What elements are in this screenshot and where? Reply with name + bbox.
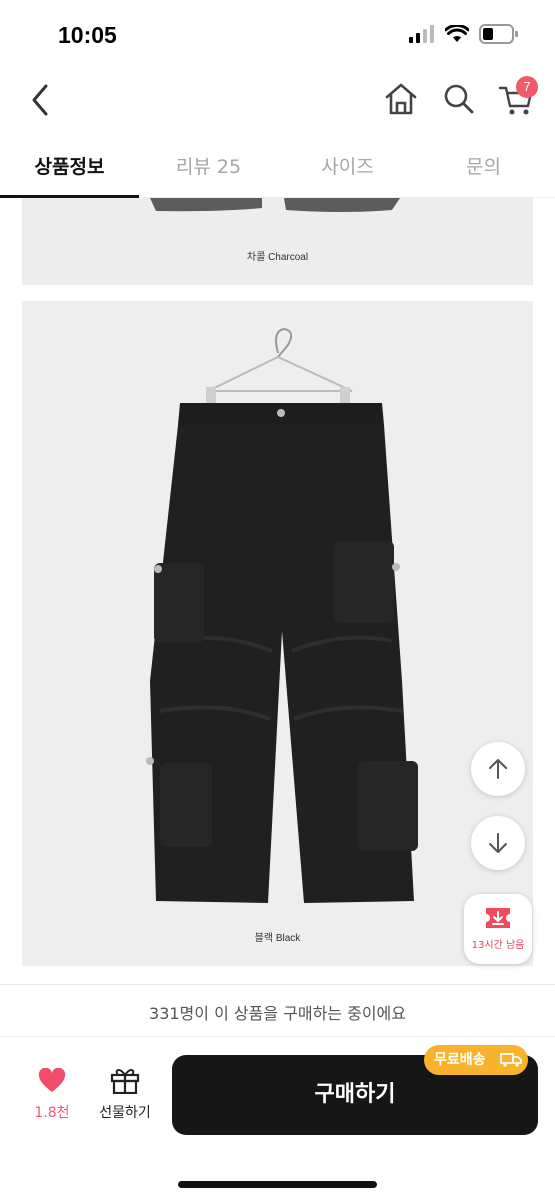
tab-inquiry[interactable]: 문의 — [414, 152, 553, 179]
nav-bar — [0, 72, 555, 128]
free-shipping-label: 무료배송 — [434, 1052, 486, 1068]
product-page: 10:05 7 상품정보 리뷰 25 사이즈 문의 차콜 Charcoal 블랙… — [0, 0, 555, 1200]
section-divider — [0, 984, 555, 985]
status-icons — [409, 24, 519, 44]
coupon-timer-button[interactable]: 13시간 남음 — [464, 894, 532, 964]
product-image-black: 블랙 Black — [22, 301, 533, 966]
status-bar: 10:05 — [0, 0, 555, 72]
heart-icon — [38, 1067, 66, 1092]
status-time: 10:05 — [58, 22, 117, 48]
arrow-up-icon — [489, 759, 507, 779]
free-shipping-badge: 무료배송 — [424, 1045, 528, 1075]
like-button[interactable]: 1.8천 — [24, 1067, 80, 1122]
tab-product-info[interactable]: 상품정보 — [0, 152, 139, 179]
black-cargo-pants-image — [146, 327, 418, 903]
charcoal-pants-hem-image — [150, 198, 400, 212]
arrow-down-icon — [489, 833, 507, 853]
gift-button[interactable]: 선물하기 — [92, 1066, 158, 1122]
scroll-up-button[interactable] — [471, 742, 525, 796]
coupon-time-label: 13시간 남음 — [471, 940, 525, 951]
signal-icon — [409, 25, 434, 43]
tab-size[interactable]: 사이즈 — [278, 152, 417, 179]
home-icon[interactable] — [384, 82, 418, 116]
scroll-down-button[interactable] — [471, 816, 525, 870]
like-count: 1.8천 — [34, 1105, 70, 1121]
search-icon[interactable] — [443, 82, 475, 116]
wifi-icon — [445, 25, 469, 42]
caption-charcoal: 차콜 Charcoal — [246, 252, 309, 263]
coupon-download-icon — [486, 908, 510, 928]
cart-count-badge: 7 — [516, 76, 538, 98]
tab-reviews[interactable]: 리뷰 25 — [139, 152, 278, 179]
bottom-divider — [0, 1036, 555, 1037]
battery-icon — [479, 24, 518, 44]
tab-bar: 상품정보 리뷰 25 사이즈 문의 — [0, 140, 555, 198]
truck-icon — [500, 1053, 522, 1067]
home-indicator[interactable] — [178, 1181, 377, 1188]
back-icon[interactable] — [24, 80, 60, 120]
product-image-charcoal: 차콜 Charcoal — [22, 198, 533, 285]
gift-label: 선물하기 — [99, 1105, 151, 1121]
gift-icon — [110, 1069, 140, 1095]
caption-black: 블랙 Black — [254, 933, 301, 944]
buyers-notice: 331명이 이 상품을 구매하는 중이에요 — [149, 1004, 406, 1023]
